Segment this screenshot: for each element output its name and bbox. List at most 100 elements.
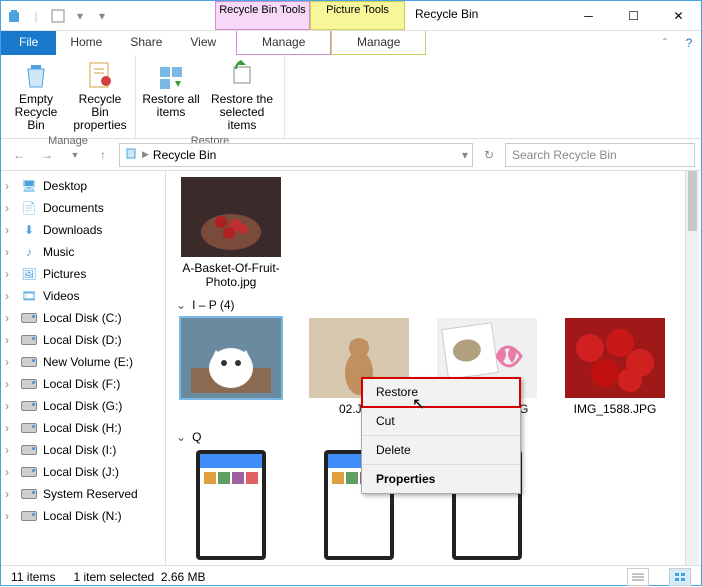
tree-item-label: Local Disk (J:) (43, 465, 119, 479)
chevron-right-icon[interactable]: › (5, 311, 15, 325)
chevron-right-icon[interactable]: › (5, 465, 15, 479)
tree-item-label: New Volume (E:) (43, 355, 133, 369)
qat-properties-icon[interactable] (49, 7, 67, 25)
chevron-right-icon[interactable]: › (5, 267, 15, 281)
back-button[interactable]: ← (7, 143, 31, 167)
file-list[interactable]: A-Basket-Of-Fruit-Photo.jpg ⌄ I – P (4) … (166, 171, 701, 565)
forward-button[interactable]: → (35, 143, 59, 167)
maximize-button[interactable]: ☐ (611, 1, 656, 30)
scrollbar[interactable] (685, 171, 699, 565)
up-button[interactable]: ↑ (91, 143, 115, 167)
tree-item[interactable]: › New Volume (E:) (1, 351, 165, 373)
tree-item[interactable]: › Local Disk (H:) (1, 417, 165, 439)
tree-item[interactable]: ›🎞Videos (1, 285, 165, 307)
tree-item[interactable]: › Local Disk (F:) (1, 373, 165, 395)
qat-dropdown-icon[interactable]: ▾ (71, 7, 89, 25)
empty-bin-icon (20, 59, 52, 91)
tree-item-label: Videos (43, 289, 79, 303)
qat-separator: | (27, 7, 45, 25)
chevron-right-icon[interactable]: › (5, 223, 15, 237)
chevron-right-icon[interactable]: › (5, 289, 15, 303)
chevron-right-icon[interactable]: › (5, 377, 15, 391)
file-item[interactable]: Screenshot_2019-06-13-22-44-51.png (176, 450, 286, 565)
tree-item[interactable]: › Local Disk (G:) (1, 395, 165, 417)
search-box[interactable]: Search Recycle Bin (505, 143, 695, 167)
address-bar[interactable]: ▶ Recycle Bin ▾ (119, 143, 473, 167)
context-menu-cut[interactable]: Cut (362, 407, 520, 436)
tree-item[interactable]: ›Local Disk (N:) (1, 505, 165, 527)
tree-item[interactable]: ›📄Documents (1, 197, 165, 219)
tree-item-label: Local Disk (G:) (43, 399, 122, 413)
search-placeholder: Search Recycle Bin (512, 148, 617, 162)
restore-selected-button[interactable]: Restore the selected items (206, 59, 278, 133)
refresh-button[interactable]: ↻ (477, 143, 501, 167)
chevron-down-icon: ⌄ (176, 430, 186, 444)
chevron-right-icon[interactable]: › (5, 487, 15, 501)
thumbnails-view-button[interactable] (669, 568, 691, 586)
file-name: IMG_1588.JPG (560, 402, 670, 416)
tree-item[interactable]: ›Local Disk (C:) (1, 307, 165, 329)
file-name: Screenshot_2019-06-13-22-56-15.png (432, 564, 542, 565)
address-separator-icon[interactable]: ▶ (142, 149, 149, 160)
tree-item[interactable]: ›🖼Pictures (1, 263, 165, 285)
drive-icon (21, 354, 37, 370)
tree-item[interactable]: › Local Disk (J:) (1, 461, 165, 483)
ribbon: Empty Recycle Bin Recycle Bin properties… (1, 55, 701, 139)
restore-all-icon (155, 59, 187, 91)
chevron-right-icon[interactable]: › (5, 421, 15, 435)
qat-overflow-icon[interactable]: ▾ (93, 7, 111, 25)
close-button[interactable]: ✕ (656, 1, 701, 30)
tree-item[interactable]: ›⬇Downloads (1, 219, 165, 241)
navigation-tree[interactable]: ›🖥Desktop›📄Documents›⬇Downloads›♪Music›🖼… (1, 171, 166, 565)
chevron-right-icon[interactable]: › (5, 245, 15, 259)
file-item[interactable] (176, 318, 286, 416)
tab-home[interactable]: Home (56, 31, 116, 55)
minimize-button[interactable]: ─ (566, 1, 611, 30)
tab-view[interactable]: View (176, 31, 230, 55)
quick-access-toolbar: | ▾ ▾ (1, 1, 115, 30)
restore-all-button[interactable]: Restore all items (142, 59, 200, 133)
ribbon-group-restore: Restore all items Restore the selected i… (136, 55, 285, 138)
file-item[interactable]: IMG_1588.JPG (560, 318, 670, 416)
tab-file[interactable]: File (1, 31, 56, 55)
drive-icon (21, 508, 37, 524)
chevron-right-icon[interactable]: › (5, 355, 15, 369)
collapse-ribbon-button[interactable]: ˆ (653, 31, 677, 55)
recycle-bin-properties-button[interactable]: Recycle Bin properties (71, 59, 129, 133)
tab-manage-recyclebin[interactable]: Manage (236, 31, 331, 55)
address-dropdown-icon[interactable]: ▾ (462, 148, 468, 162)
tab-manage-picture[interactable]: Manage (331, 31, 426, 55)
drive-icon (21, 398, 37, 414)
properties-label: Recycle Bin properties (71, 93, 129, 133)
chevron-right-icon[interactable]: › (5, 333, 15, 347)
group-header[interactable]: ⌄ I – P (4) (176, 298, 691, 312)
restore-all-label: Restore all items (142, 93, 200, 119)
tree-item[interactable]: ›Local Disk (I:) (1, 439, 165, 461)
picture-icon: 🖼 (21, 266, 37, 282)
details-view-button[interactable] (627, 568, 649, 586)
address-location: Recycle Bin (153, 148, 458, 162)
chevron-right-icon[interactable]: › (5, 509, 15, 523)
chevron-right-icon[interactable]: › (5, 399, 15, 413)
recycle-bin-icon (5, 7, 23, 25)
tab-share[interactable]: Share (116, 31, 176, 55)
empty-recycle-bin-button[interactable]: Empty Recycle Bin (7, 59, 65, 133)
scrollbar-thumb[interactable] (688, 171, 697, 231)
context-menu-delete[interactable]: Delete (362, 436, 520, 465)
tree-item[interactable]: ›System Reserved (1, 483, 165, 505)
chevron-right-icon[interactable]: › (5, 201, 15, 215)
drive-icon (21, 332, 37, 348)
desktop-icon: 🖥 (21, 178, 37, 194)
context-menu-restore[interactable]: Restore (362, 378, 520, 407)
help-button[interactable]: ? (677, 31, 701, 55)
context-menu-properties[interactable]: Properties (362, 465, 520, 493)
tree-item[interactable]: ›Local Disk (D:) (1, 329, 165, 351)
tree-item-label: Local Disk (H:) (43, 421, 122, 435)
chevron-right-icon[interactable]: › (5, 179, 15, 193)
recent-locations-button[interactable]: ▼ (63, 143, 87, 167)
file-item[interactable]: A-Basket-Of-Fruit-Photo.jpg (176, 177, 286, 290)
tree-item-label: Local Disk (F:) (43, 377, 120, 391)
tree-item[interactable]: ›🖥Desktop (1, 175, 165, 197)
tree-item[interactable]: ›♪Music (1, 241, 165, 263)
chevron-right-icon[interactable]: › (5, 443, 15, 457)
